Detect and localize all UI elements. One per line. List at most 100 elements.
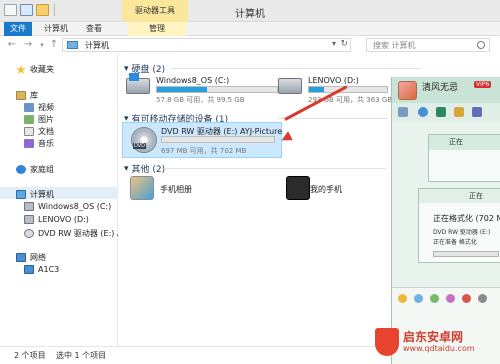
drive-usage-fill (157, 87, 208, 92)
title-bar: 驱动器工具 计算机 (0, 0, 500, 22)
sidebar-item-homegroup[interactable]: 家庭组 (16, 164, 54, 175)
sidebar-item-computer[interactable]: 计算机 (16, 189, 54, 200)
card-title: 正在 (429, 135, 500, 150)
watermark-brand: 启东安卓网 (403, 330, 464, 344)
group-header-other[interactable]: ▾ 其他 (2) (124, 162, 166, 176)
drive-name: LENOVO (D:) (308, 76, 359, 85)
sidebar-item-label: A1C3 (38, 265, 60, 274)
sidebar-item-label: 库 (30, 91, 38, 100)
shake-icon[interactable] (462, 294, 471, 303)
up-icon[interactable]: ↑ (48, 39, 60, 51)
address-bar: ← → ▾ ↑ 计算机 ▾ ↻ 搜索 计算机 (0, 36, 500, 54)
sidebar-item-label: 计算机 (30, 190, 54, 199)
device-name: 手机相册 (160, 185, 192, 194)
tab-file[interactable]: 文件 (4, 22, 32, 36)
selected-count: 选中 1 个项目 (56, 351, 107, 360)
shield-logo-icon (375, 328, 399, 356)
history-icon[interactable] (478, 294, 487, 303)
drive-icon (24, 215, 34, 224)
drive-space-info: 57.8 GB 可用，共 99.5 GB (156, 96, 245, 104)
forward-icon[interactable]: → (22, 39, 34, 51)
format-dialog: 正在 正在格式化 (702 M DVD RW 驱动器 (E:) 正在准备 格式化 (418, 188, 500, 263)
drive-icon (24, 202, 34, 211)
computer-icon (24, 265, 34, 274)
window-title: 计算机 (235, 9, 265, 20)
sidebar-item-label: DVD RW 驱动器 (E:) AY (38, 229, 127, 238)
gift-icon[interactable] (446, 294, 455, 303)
chevron-down-icon: ▾ (124, 63, 129, 74)
microphone-icon[interactable] (398, 107, 408, 117)
picture-icon (24, 115, 34, 124)
video-icon (24, 103, 34, 112)
tab-view[interactable]: 查看 (80, 22, 108, 36)
sidebar-item-favorites[interactable]: 收藏夹 (16, 64, 54, 75)
drive-space-info: 697 MB 可用，共 702 MB (161, 147, 247, 155)
group-divider (164, 168, 386, 169)
back-icon[interactable]: ← (6, 39, 18, 51)
chat-window: 清风无忌 VIP6 正在 正在 正在格式化 (702 M DVD RW 驱动器 … (391, 77, 500, 364)
sidebar-item-label: 视频 (38, 103, 54, 112)
image-icon[interactable] (430, 294, 439, 303)
drive-name: Windows8_OS (C:) (156, 76, 230, 85)
refresh-icon[interactable]: ↻ (340, 39, 348, 49)
homegroup-icon (16, 165, 26, 174)
sidebar-item-library[interactable]: 库 (16, 90, 38, 101)
tab-computer[interactable]: 计算机 (38, 22, 74, 36)
emoji-icon[interactable] (398, 294, 407, 303)
drive-icon (278, 78, 302, 94)
sidebar-item-label: 文档 (38, 127, 54, 136)
dvd-drive-e[interactable]: DVD DVD RW 驱动器 (E:) AYJ-Picture 697 MB 可… (122, 122, 282, 158)
group-header-label: 其他 (2) (131, 165, 166, 175)
dialog-title: 正在格式化 (702 M (433, 214, 500, 223)
sidebar-item-pictures[interactable]: 图片 (24, 114, 54, 125)
watermark-text: 启东安卓网 www.qdtaidu.com (403, 330, 475, 354)
drive-usage-bar (308, 86, 388, 93)
sidebar-item-drive-d[interactable]: LENOVO (D:) (24, 215, 89, 224)
drive-usage-bar (156, 86, 278, 93)
item-count: 2 个项目 (14, 351, 46, 360)
dialog-drive-line: DVD RW 驱动器 (E:) (433, 229, 491, 236)
sidebar-item-drive-e[interactable]: DVD RW 驱动器 (E:) AY (24, 228, 127, 239)
sidebar-item-label: 家庭组 (30, 165, 54, 174)
network-icon (16, 253, 26, 262)
group-divider (170, 68, 420, 69)
drive-c[interactable]: Windows8_OS (C:) 57.8 GB 可用，共 99.5 GB (126, 73, 286, 106)
avatar[interactable] (398, 81, 417, 100)
recent-locations-icon[interactable]: ▾ (36, 39, 48, 51)
sidebar-item-label: 收藏夹 (30, 65, 54, 74)
share-screen-icon[interactable] (436, 107, 446, 117)
search-input[interactable]: 搜索 计算机 (366, 38, 490, 52)
dvd-label: DVD (133, 143, 147, 149)
more-icon[interactable] (472, 107, 482, 117)
tab-manage[interactable]: 管理 (128, 22, 186, 36)
sidebar-item-label: 网络 (30, 253, 46, 262)
sidebar-item-videos[interactable]: 视频 (24, 102, 54, 113)
drive-usage-bar (161, 136, 275, 143)
search-icon[interactable] (477, 41, 485, 49)
sidebar-item-music[interactable]: 音乐 (24, 138, 54, 149)
sidebar-item-drive-c[interactable]: Windows8_OS (C:) (24, 202, 111, 211)
ribbon-tabs: 文件 计算机 查看 管理 (0, 22, 500, 36)
dialog-status-line: 正在准备 格式化 (433, 239, 477, 246)
group-divider (278, 118, 388, 119)
font-icon[interactable] (414, 294, 423, 303)
phone-album[interactable]: 手机相册 (130, 176, 220, 204)
contact-name: 清风无忌 (422, 83, 459, 93)
address-path: 计算机 (85, 41, 109, 50)
sidebar-item-documents[interactable]: 文档 (24, 126, 54, 137)
watermark-logo: 启东安卓网 www.qdtaidu.com (375, 328, 475, 356)
sidebar-item-network[interactable]: 网络 (16, 252, 46, 263)
sidebar-item-a1c3[interactable]: A1C3 (24, 265, 59, 274)
dialog-header: 正在 (419, 189, 500, 203)
sidebar-item-label: Windows8_OS (C:) (38, 202, 112, 211)
vip-badge: VIP6 (474, 81, 492, 88)
my-phone[interactable]: 我的手机 (286, 176, 376, 204)
photo-album-icon (130, 176, 154, 200)
watermark-url: www.qdtaidu.com (403, 344, 475, 353)
address-field[interactable]: 计算机 ▾ ↻ (62, 38, 351, 52)
address-dropdown-icon[interactable]: ▾ (332, 39, 336, 48)
folder-icon[interactable] (454, 107, 464, 117)
chat-message-card: 正在 (428, 134, 500, 182)
video-call-icon[interactable] (418, 107, 428, 117)
star-icon (16, 65, 26, 74)
